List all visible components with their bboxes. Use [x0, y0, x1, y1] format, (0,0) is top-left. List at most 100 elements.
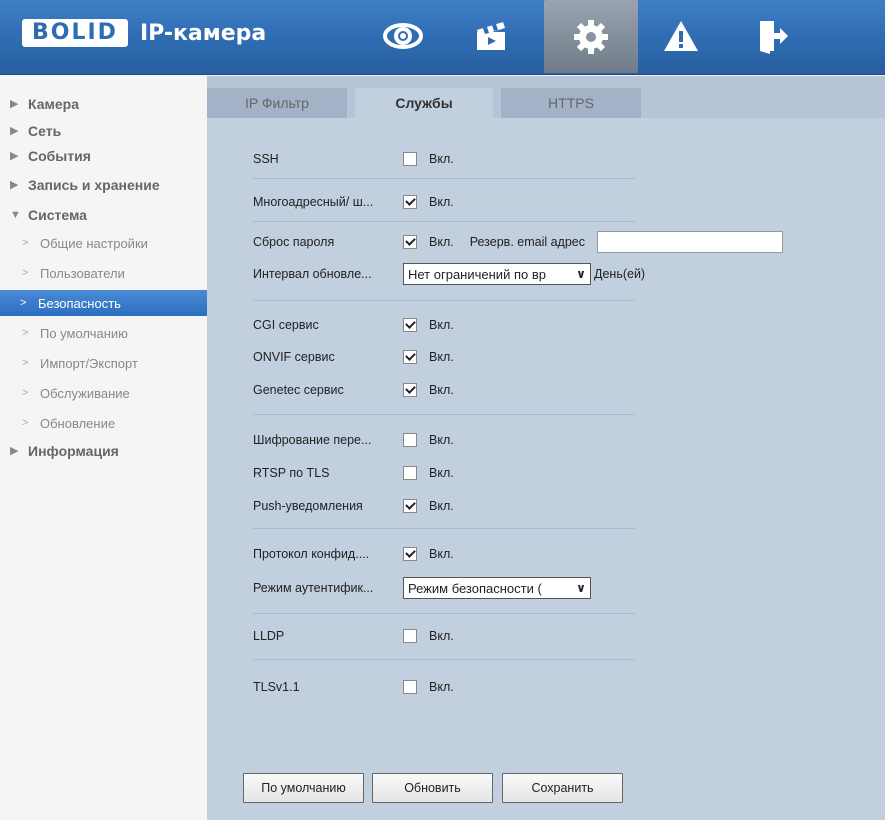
auth-mode-value: Режим безопасности ( [408, 580, 542, 596]
gear-icon [574, 19, 608, 54]
sidebar-item-info[interactable]: ▶ Информация [0, 438, 207, 463]
rtsp-tls-checkbox[interactable] [403, 466, 417, 480]
multicast-checkbox[interactable] [403, 195, 417, 209]
lldp-checkbox[interactable] [403, 629, 417, 643]
sidebar-item-storage[interactable]: ▶ Запись и хранение [0, 168, 207, 201]
logo: BOLID IP-камера [22, 17, 266, 49]
sidebar-item-import-export[interactable]: > Импорт/Экспорт [0, 348, 207, 378]
backup-email-input[interactable] [597, 231, 784, 253]
sidebar-item-label: Обслуживание [40, 385, 130, 401]
sidebar-item-users[interactable]: > Пользователи [0, 258, 207, 288]
lldp-row: LLDP Вкл. [253, 626, 454, 646]
refresh-button[interactable]: Обновить [372, 773, 493, 803]
cgi-checkbox[interactable] [403, 318, 417, 332]
enable-label: Вкл. [429, 350, 454, 364]
divider [253, 221, 635, 222]
enable-label: Вкл. [429, 152, 454, 166]
save-button[interactable]: Сохранить [502, 773, 623, 803]
chevron-right-icon: > [22, 357, 29, 369]
ssh-checkbox[interactable] [403, 152, 417, 166]
update-interval-unit: День(ей) [594, 267, 646, 281]
sidebar-menu: ▶ Камера ▶ Сеть ▶ События ▶ Запись и хранени… [0, 76, 207, 820]
enable-label: Вкл. [429, 383, 454, 397]
divider [253, 613, 635, 614]
sidebar-item-general[interactable]: > Общие настройки [0, 228, 207, 258]
triangle-right-icon: ▶ [10, 98, 19, 110]
auth-mode-select[interactable]: Режим безопасности ( ∨ [403, 577, 591, 599]
triangle-right-icon: ▶ [10, 150, 19, 162]
default-button[interactable]: По умолчанию [243, 773, 364, 803]
sidebar-item-label: Запись и хранение [28, 176, 160, 193]
sidebar-item-label: Общие настройки [40, 235, 148, 251]
main-content: IP Фильтр Службы HTTPS SSH Вкл. Многоадр… [207, 76, 885, 820]
warning-icon [664, 21, 698, 51]
chevron-right-icon: > [20, 297, 27, 309]
sidebar-item-camera[interactable]: ▶ Камера [0, 89, 207, 118]
tab-services[interactable]: Службы [355, 88, 493, 118]
sidebar-item-maintenance[interactable]: > Обслуживание [0, 378, 207, 408]
chevron-right-icon: > [22, 327, 29, 339]
settings-nav-button[interactable] [544, 0, 638, 73]
update-interval-label: Интервал обновле... [253, 267, 372, 281]
genetec-row: Genetec сервис Вкл. [253, 380, 454, 400]
playback-nav-button[interactable] [456, 10, 526, 62]
sidebar-item-label: Безопасность [38, 295, 121, 311]
alarm-nav-button[interactable] [646, 10, 716, 62]
divider [253, 414, 635, 415]
top-header: BOLID IP-камера [0, 0, 885, 75]
sidebar-item-defaults[interactable]: > По умолчанию [0, 318, 207, 348]
encryption-checkbox[interactable] [403, 433, 417, 447]
sidebar-item-label: Камера [28, 95, 79, 112]
enable-label: Вкл. [429, 547, 454, 561]
tls11-row: TLSv1.1 Вкл. [253, 677, 454, 697]
logout-nav-button[interactable] [738, 10, 808, 62]
tls11-label: TLSv1.1 [253, 680, 300, 694]
tab-bar: IP Фильтр Службы HTTPS [207, 88, 649, 118]
sidebar-item-system[interactable]: ▼ Система [0, 201, 207, 228]
push-label: Push-уведомления [253, 499, 363, 513]
enable-label: Вкл. [429, 466, 454, 480]
enable-label: Вкл. [429, 195, 454, 209]
divider [253, 178, 635, 179]
chevron-right-icon: > [22, 267, 29, 279]
update-interval-select[interactable]: Нет ограничений по вр ∨ [403, 263, 591, 285]
tab-https[interactable]: HTTPS [501, 88, 641, 118]
sidebar-item-upgrade[interactable]: > Обновление [0, 408, 207, 438]
onvif-checkbox[interactable] [403, 350, 417, 364]
tls11-checkbox[interactable] [403, 680, 417, 694]
privacy-checkbox[interactable] [403, 547, 417, 561]
encryption-row: Шифрование пере... Вкл. [253, 430, 454, 450]
app-title: IP-камера [139, 20, 267, 46]
ssh-row: SSH Вкл. [253, 149, 454, 169]
update-interval-value: Нет ограничений по вр [408, 266, 546, 282]
genetec-checkbox[interactable] [403, 383, 417, 397]
backup-email-label: Резерв. email адрес [469, 235, 586, 249]
sidebar-item-label: Пользователи [40, 265, 125, 281]
rtsp-tls-row: RTSP по TLS Вкл. [253, 463, 454, 483]
push-checkbox[interactable] [403, 499, 417, 513]
tab-ip-filter[interactable]: IP Фильтр [207, 88, 347, 118]
reset-password-checkbox[interactable] [403, 235, 417, 249]
enable-label: Вкл. [429, 318, 454, 332]
sidebar-item-label: Обновление [40, 415, 116, 431]
sidebar-item-network[interactable]: ▶ Сеть [0, 118, 207, 143]
rtsp-tls-label: RTSP по TLS [253, 466, 330, 480]
enable-label: Вкл. [429, 629, 454, 643]
sidebar-item-security[interactable]: > Безопасность [0, 290, 207, 316]
onvif-row: ONVIF сервис Вкл. [253, 347, 454, 367]
privacy-row: Протокол конфид.... Вкл. [253, 544, 454, 564]
enable-label: Вкл. [429, 433, 454, 447]
sidebar-item-label: События [28, 147, 91, 164]
live-view-nav-button[interactable] [368, 10, 438, 62]
chevron-right-icon: > [22, 417, 29, 429]
chevron-down-icon: ∨ [576, 581, 586, 595]
reset-password-row: Сброс пароля Вкл. Резерв. email адрес [253, 231, 784, 253]
reset-password-label: Сброс пароля [253, 235, 335, 249]
divider [253, 528, 635, 529]
sidebar-item-label: Импорт/Экспорт [40, 355, 138, 371]
sidebar-item-events[interactable]: ▶ События [0, 143, 207, 168]
cgi-row: CGI сервис Вкл. [253, 315, 454, 335]
enable-label: Вкл. [429, 235, 454, 249]
services-panel: SSH Вкл. Многоадресный/ ш... Вкл. Сброс … [207, 118, 885, 820]
lldp-label: LLDP [253, 629, 285, 643]
